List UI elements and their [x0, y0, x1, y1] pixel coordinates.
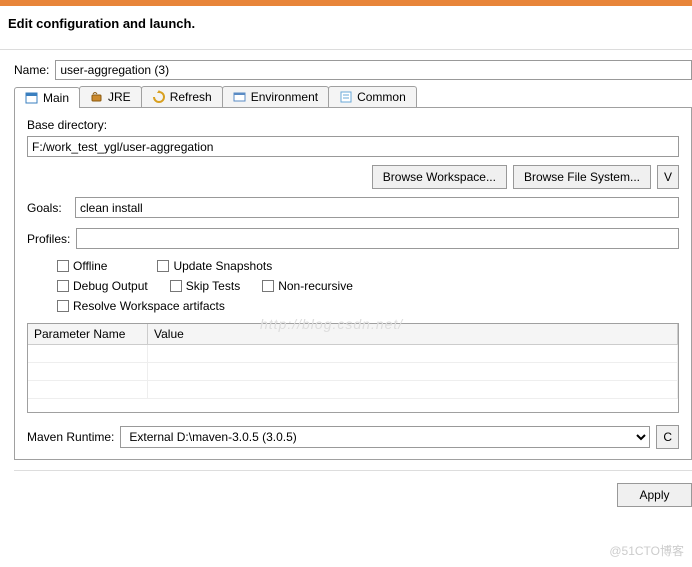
- browse-workspace-button[interactable]: Browse Workspace...: [372, 165, 507, 189]
- table-row[interactable]: [28, 363, 678, 381]
- column-value[interactable]: Value: [148, 324, 678, 344]
- name-label: Name:: [14, 63, 49, 77]
- column-parameter-name[interactable]: Parameter Name: [28, 324, 148, 344]
- base-dir-input[interactable]: [27, 136, 679, 157]
- dialog-title: Edit configuration and launch.: [0, 6, 692, 50]
- tab-bar: Main JRE Refresh Environment Common: [14, 86, 692, 108]
- tab-jre-label: JRE: [108, 90, 131, 104]
- tab-common[interactable]: Common: [328, 86, 417, 107]
- environment-icon: [233, 90, 247, 104]
- configure-button[interactable]: C: [656, 425, 679, 449]
- options-group: Offline Update Snapshots Debug Output Sk…: [27, 253, 679, 323]
- watermark-brand: @51CTO博客: [609, 542, 684, 559]
- apply-button[interactable]: Apply: [617, 483, 692, 507]
- base-dir-label: Base directory:: [27, 118, 679, 132]
- content-area: Name: Main JRE Refresh Environment: [0, 50, 692, 507]
- debug-output-checkbox[interactable]: Debug Output: [57, 279, 148, 293]
- main-panel: Base directory: Browse Workspace... Brow…: [14, 108, 692, 460]
- browse-filesystem-button[interactable]: Browse File System...: [513, 165, 651, 189]
- table-row[interactable]: [28, 345, 678, 363]
- maven-runtime-select[interactable]: External D:\maven-3.0.5 (3.0.5): [120, 426, 650, 448]
- table-row[interactable]: [28, 381, 678, 399]
- goals-input[interactable]: [75, 197, 679, 218]
- profiles-input[interactable]: [76, 228, 679, 249]
- offline-checkbox[interactable]: Offline: [57, 259, 107, 273]
- name-input[interactable]: [55, 60, 692, 80]
- tab-common-label: Common: [357, 90, 406, 104]
- non-recursive-checkbox[interactable]: Non-recursive: [262, 279, 353, 293]
- maven-runtime-label: Maven Runtime:: [27, 430, 114, 444]
- skip-tests-checkbox[interactable]: Skip Tests: [170, 279, 240, 293]
- profiles-label: Profiles:: [27, 232, 70, 246]
- tab-refresh-label: Refresh: [170, 90, 212, 104]
- tab-environment[interactable]: Environment: [222, 86, 329, 107]
- tab-jre[interactable]: JRE: [79, 86, 142, 107]
- jre-icon: [90, 90, 104, 104]
- tab-environment-label: Environment: [251, 90, 318, 104]
- tab-main-label: Main: [43, 91, 69, 105]
- update-snapshots-checkbox[interactable]: Update Snapshots: [157, 259, 272, 273]
- common-icon: [339, 90, 353, 104]
- refresh-icon: [152, 90, 166, 104]
- tab-main-icon: [25, 91, 39, 105]
- goals-label: Goals:: [27, 201, 69, 215]
- resolve-workspace-checkbox[interactable]: Resolve Workspace artifacts: [57, 299, 225, 313]
- tab-refresh[interactable]: Refresh: [141, 86, 223, 107]
- tab-main[interactable]: Main: [14, 87, 80, 108]
- parameters-table[interactable]: Parameter Name Value: [27, 323, 679, 413]
- dialog-footer: Apply: [14, 470, 692, 507]
- variables-button[interactable]: V: [657, 165, 679, 189]
